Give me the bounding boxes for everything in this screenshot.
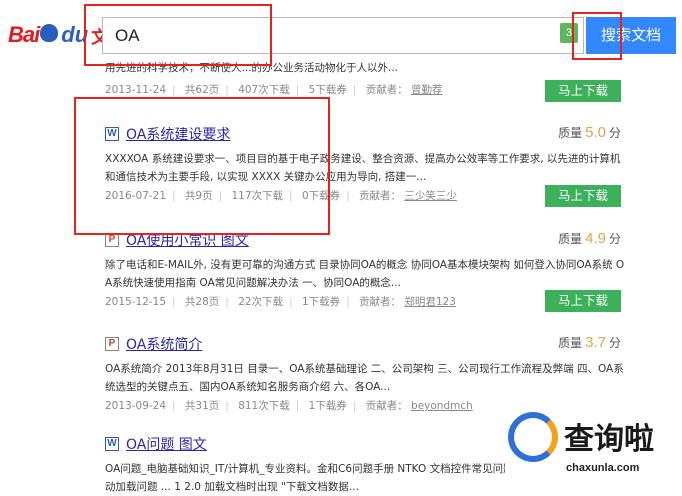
paw-icon: [40, 24, 59, 42]
watermark-text: 查询啦: [564, 422, 654, 457]
meta-contributor[interactable]: 郑明君123: [404, 296, 456, 308]
quality-score: 质量 3.7 分: [558, 334, 621, 351]
ppt-doc-icon: P: [105, 233, 119, 247]
meta-contributor[interactable]: 曾勤荐: [411, 84, 443, 96]
score-value: 3.7: [585, 334, 606, 351]
search-input[interactable]: OA: [102, 17, 584, 54]
result-description: 除了电话和E-MAIL外, 没有更可靠的沟通方式 目录协同OA的概念 协同OA基…: [105, 259, 625, 289]
result-title[interactable]: OA问题 图文: [126, 434, 207, 454]
score-value: 4.9: [585, 230, 606, 247]
ppt-doc-icon: P: [105, 337, 119, 351]
meta-contributor-label: 贡献者：: [365, 400, 408, 412]
logo-du: du: [61, 22, 89, 47]
top-result-snippet: 用先进的科学技术，不断使人...的办公业务活动物化于人以外...: [105, 62, 399, 74]
meta-pages: 共31页: [184, 400, 220, 412]
meta-downloads: 117次下载: [231, 190, 284, 202]
meta-contributor-label: 贡献者：: [359, 296, 402, 308]
meta-date: 2013-11-24: [105, 84, 167, 96]
top-result-meta: 2013-11-24 | 共62页 | 407次下载 | 5下载券 | 贡献者： 曾勤荐: [105, 84, 443, 96]
word-doc-icon: W: [105, 127, 119, 141]
quality-score: 质量 5.0 分: [558, 124, 621, 141]
meta-coupons: 5下载券: [308, 84, 347, 96]
meta-contributor[interactable]: beyondmch: [411, 400, 473, 412]
meta-coupons: 0下载券: [301, 190, 341, 202]
meta-date: 2015-12-15: [105, 296, 167, 308]
result-meta: 2013-09-24 | 共31页 | 811次下载 | 1下载券 | 贡献者： bey…: [105, 400, 473, 412]
result-title-row: W OA系统建设要求: [105, 124, 625, 144]
result-title[interactable]: OA使用小常识 图文: [126, 230, 249, 250]
meta-pages: 共9页: [184, 190, 213, 202]
meta-contributor[interactable]: 三少笑三少: [404, 190, 457, 202]
result-title-row: P OA使用小常识 图文: [105, 230, 625, 250]
meta-downloads: 811次下载: [238, 400, 290, 412]
download-button[interactable]: 马上下载: [545, 290, 621, 312]
meta-coupons: 1下载券: [308, 400, 347, 412]
watermark: 查询啦 chaxunla.com: [508, 412, 678, 492]
download-button[interactable]: 马上下载: [545, 185, 621, 207]
score-value: 5.0: [585, 124, 606, 141]
logo-bai: Bai: [8, 22, 40, 47]
search-badge: 3: [560, 23, 578, 43]
word-doc-icon: W: [105, 437, 119, 451]
meta-date: 2013-09-24: [105, 400, 167, 412]
meta-coupons: 1下载券: [301, 296, 341, 308]
meta-date: 2016-07-21: [105, 190, 167, 202]
download-button[interactable]: 马上下载: [545, 80, 621, 102]
result-title-row: P OA系统简介: [105, 334, 625, 354]
result-title[interactable]: OA系统建设要求: [126, 124, 230, 144]
search-magnifier-icon: [508, 412, 558, 462]
result-description: OA问题_电脑基础知识_IT/计算机_专业资料。金和C6问题手册 NTKO 文档…: [105, 463, 505, 493]
result-description: OA系统简介 2013年8月31日 目录一、OA系统基础理论 二、公司架构 三、…: [105, 363, 624, 393]
meta-downloads: 407次下载: [238, 84, 290, 96]
search-button[interactable]: 搜索文档: [586, 17, 676, 54]
meta-pages: 共28页: [184, 296, 220, 308]
result-description: XXXXOA 系统建设要求一、项目目的基于电子政务建设、整合资源、提高办公效率等…: [105, 153, 621, 183]
result-title[interactable]: OA系统简介: [126, 334, 202, 354]
meta-pages: 共62页: [184, 84, 220, 96]
quality-score: 质量 4.9 分: [558, 230, 621, 247]
result-item: P OA系统简介 质量 3.7 分 OA系统简介 2013年8月31日 目录一、OA…: [105, 334, 625, 413]
watermark-url: chaxunla.com: [566, 462, 640, 474]
meta-contributor-label: 贡献者：: [359, 190, 402, 202]
meta-downloads: 22次下载: [238, 296, 284, 308]
meta-contributor-label: 贡献者：: [365, 84, 408, 96]
